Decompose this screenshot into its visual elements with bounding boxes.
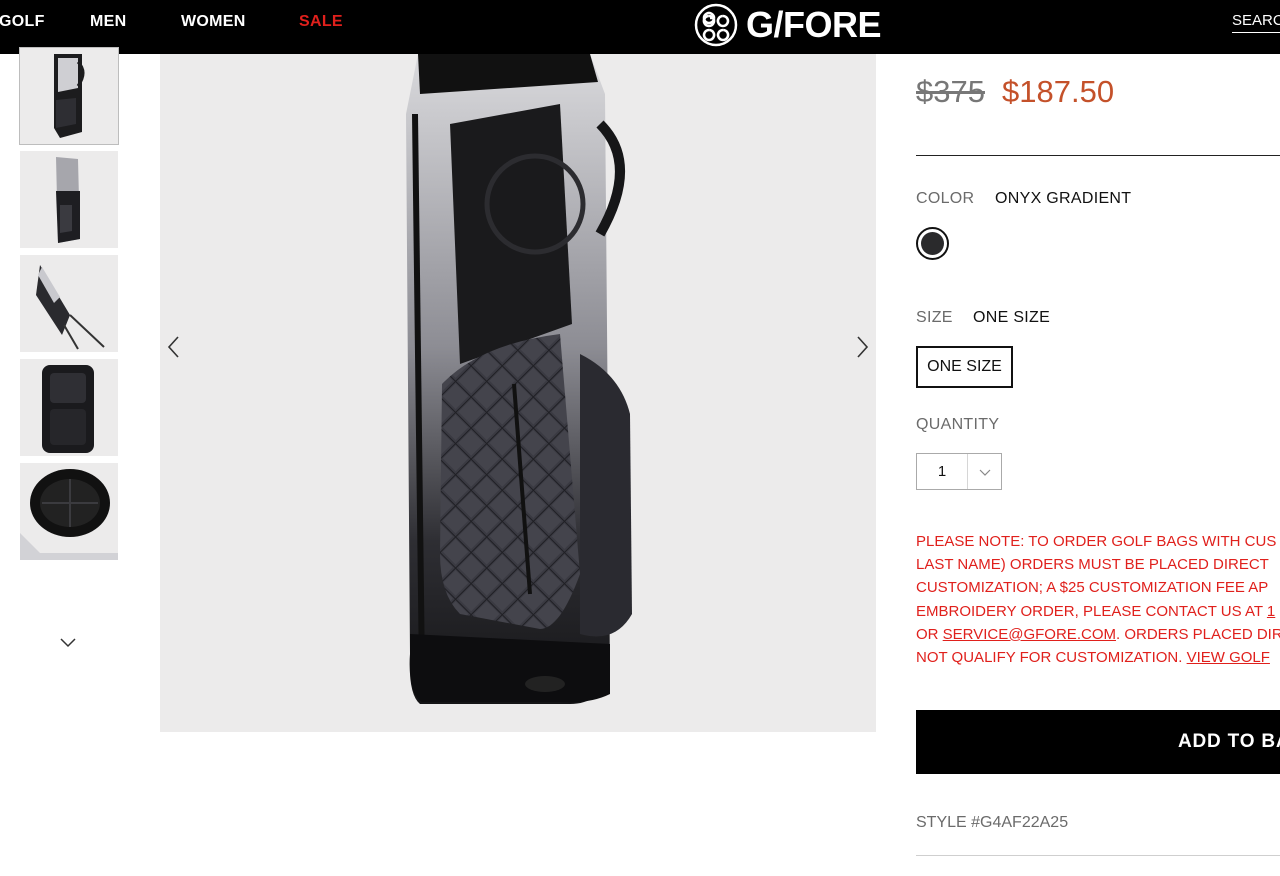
style-number: STYLE #G4AF22A25: [916, 814, 1069, 831]
divider: [916, 155, 1280, 156]
nav-link-sale[interactable]: SALE: [299, 13, 343, 31]
add-to-bag-button[interactable]: ADD TO BA: [916, 710, 1280, 774]
service-email-link[interactable]: SERVICE@GFORE.COM: [943, 626, 1116, 643]
quantity-label: QUANTITY: [916, 416, 1000, 433]
brand-name: G/FORE: [746, 4, 882, 45]
thumbnail-4[interactable]: [20, 359, 118, 456]
note-text: EMBROIDERY ORDER, PLEASE CONTACT US AT: [916, 602, 1267, 620]
golf-bag-image: [406, 54, 632, 704]
note-line: LAST NAME) ORDERS MUST BE PLACED DIRECT: [916, 556, 1269, 574]
customization-note: PLEASE NOTE: TO ORDER GOLF BAGS WITH CUS…: [916, 530, 1280, 669]
thumbnail-scroll-down-button[interactable]: [56, 634, 80, 652]
nav-link-men[interactable]: MEN: [90, 13, 126, 31]
search-link[interactable]: SEARC: [1232, 12, 1280, 33]
image-next-button[interactable]: [850, 333, 874, 361]
chevron-down-icon: [60, 638, 76, 648]
color-label: COLOR: [916, 190, 975, 207]
phone-link[interactable]: 1: [1267, 603, 1275, 620]
size-option-one-size[interactable]: ONE SIZE: [916, 346, 1013, 388]
note-text: NOT QUALIFY FOR CUSTOMIZATION.: [916, 649, 1187, 667]
color-value: ONYX GRADIENT: [995, 190, 1132, 207]
divider: [916, 855, 1280, 856]
image-prev-button[interactable]: [162, 333, 186, 361]
quantity-dropdown-button[interactable]: [968, 454, 1001, 489]
gfore-emblem-icon: [694, 3, 738, 47]
thumbnail-2[interactable]: [20, 151, 118, 248]
thumbnail-3[interactable]: [20, 255, 118, 352]
quantity-value: 1: [917, 454, 968, 489]
chevron-right-icon: [857, 336, 869, 358]
size-label: SIZE: [916, 309, 953, 326]
product-main-image: [160, 54, 876, 732]
view-golf-link[interactable]: VIEW GOLF: [1187, 649, 1270, 666]
price-sale: $187.50: [1002, 74, 1115, 109]
nav-link-women[interactable]: WOMEN: [181, 13, 246, 31]
note-line: PLEASE NOTE: TO ORDER GOLF BAGS WITH CUS: [916, 533, 1277, 550]
note-text: OR: [916, 625, 943, 643]
brand-logo[interactable]: G/FORE: [694, 2, 882, 48]
chevron-down-icon: [979, 469, 990, 476]
thumbnail-1[interactable]: [19, 47, 119, 145]
nav-link-golf[interactable]: GOLF: [0, 13, 45, 31]
size-value: ONE SIZE: [973, 309, 1051, 326]
note-line: OR SERVICE@GFORE.COM. ORDERS PLACED DIR: [916, 623, 1280, 646]
top-nav: GOLF MEN WOMEN SALE G/FORE SEARC: [0, 0, 1280, 54]
note-line: CUSTOMIZATION; A $25 CUSTOMIZATION FEE A…: [916, 579, 1269, 597]
quantity-select[interactable]: 1: [916, 453, 1002, 490]
note-line: NOT QUALIFY FOR CUSTOMIZATION. VIEW GOLF: [916, 646, 1280, 669]
note-line: EMBROIDERY ORDER, PLEASE CONTACT US AT 1: [916, 600, 1280, 623]
price-original: $375: [916, 74, 985, 109]
note-text: . ORDERS PLACED DIR: [1115, 625, 1280, 643]
thumbnail-5[interactable]: [20, 463, 118, 560]
chevron-left-icon: [167, 336, 179, 358]
color-swatch-onyx-gradient[interactable]: [916, 227, 949, 260]
